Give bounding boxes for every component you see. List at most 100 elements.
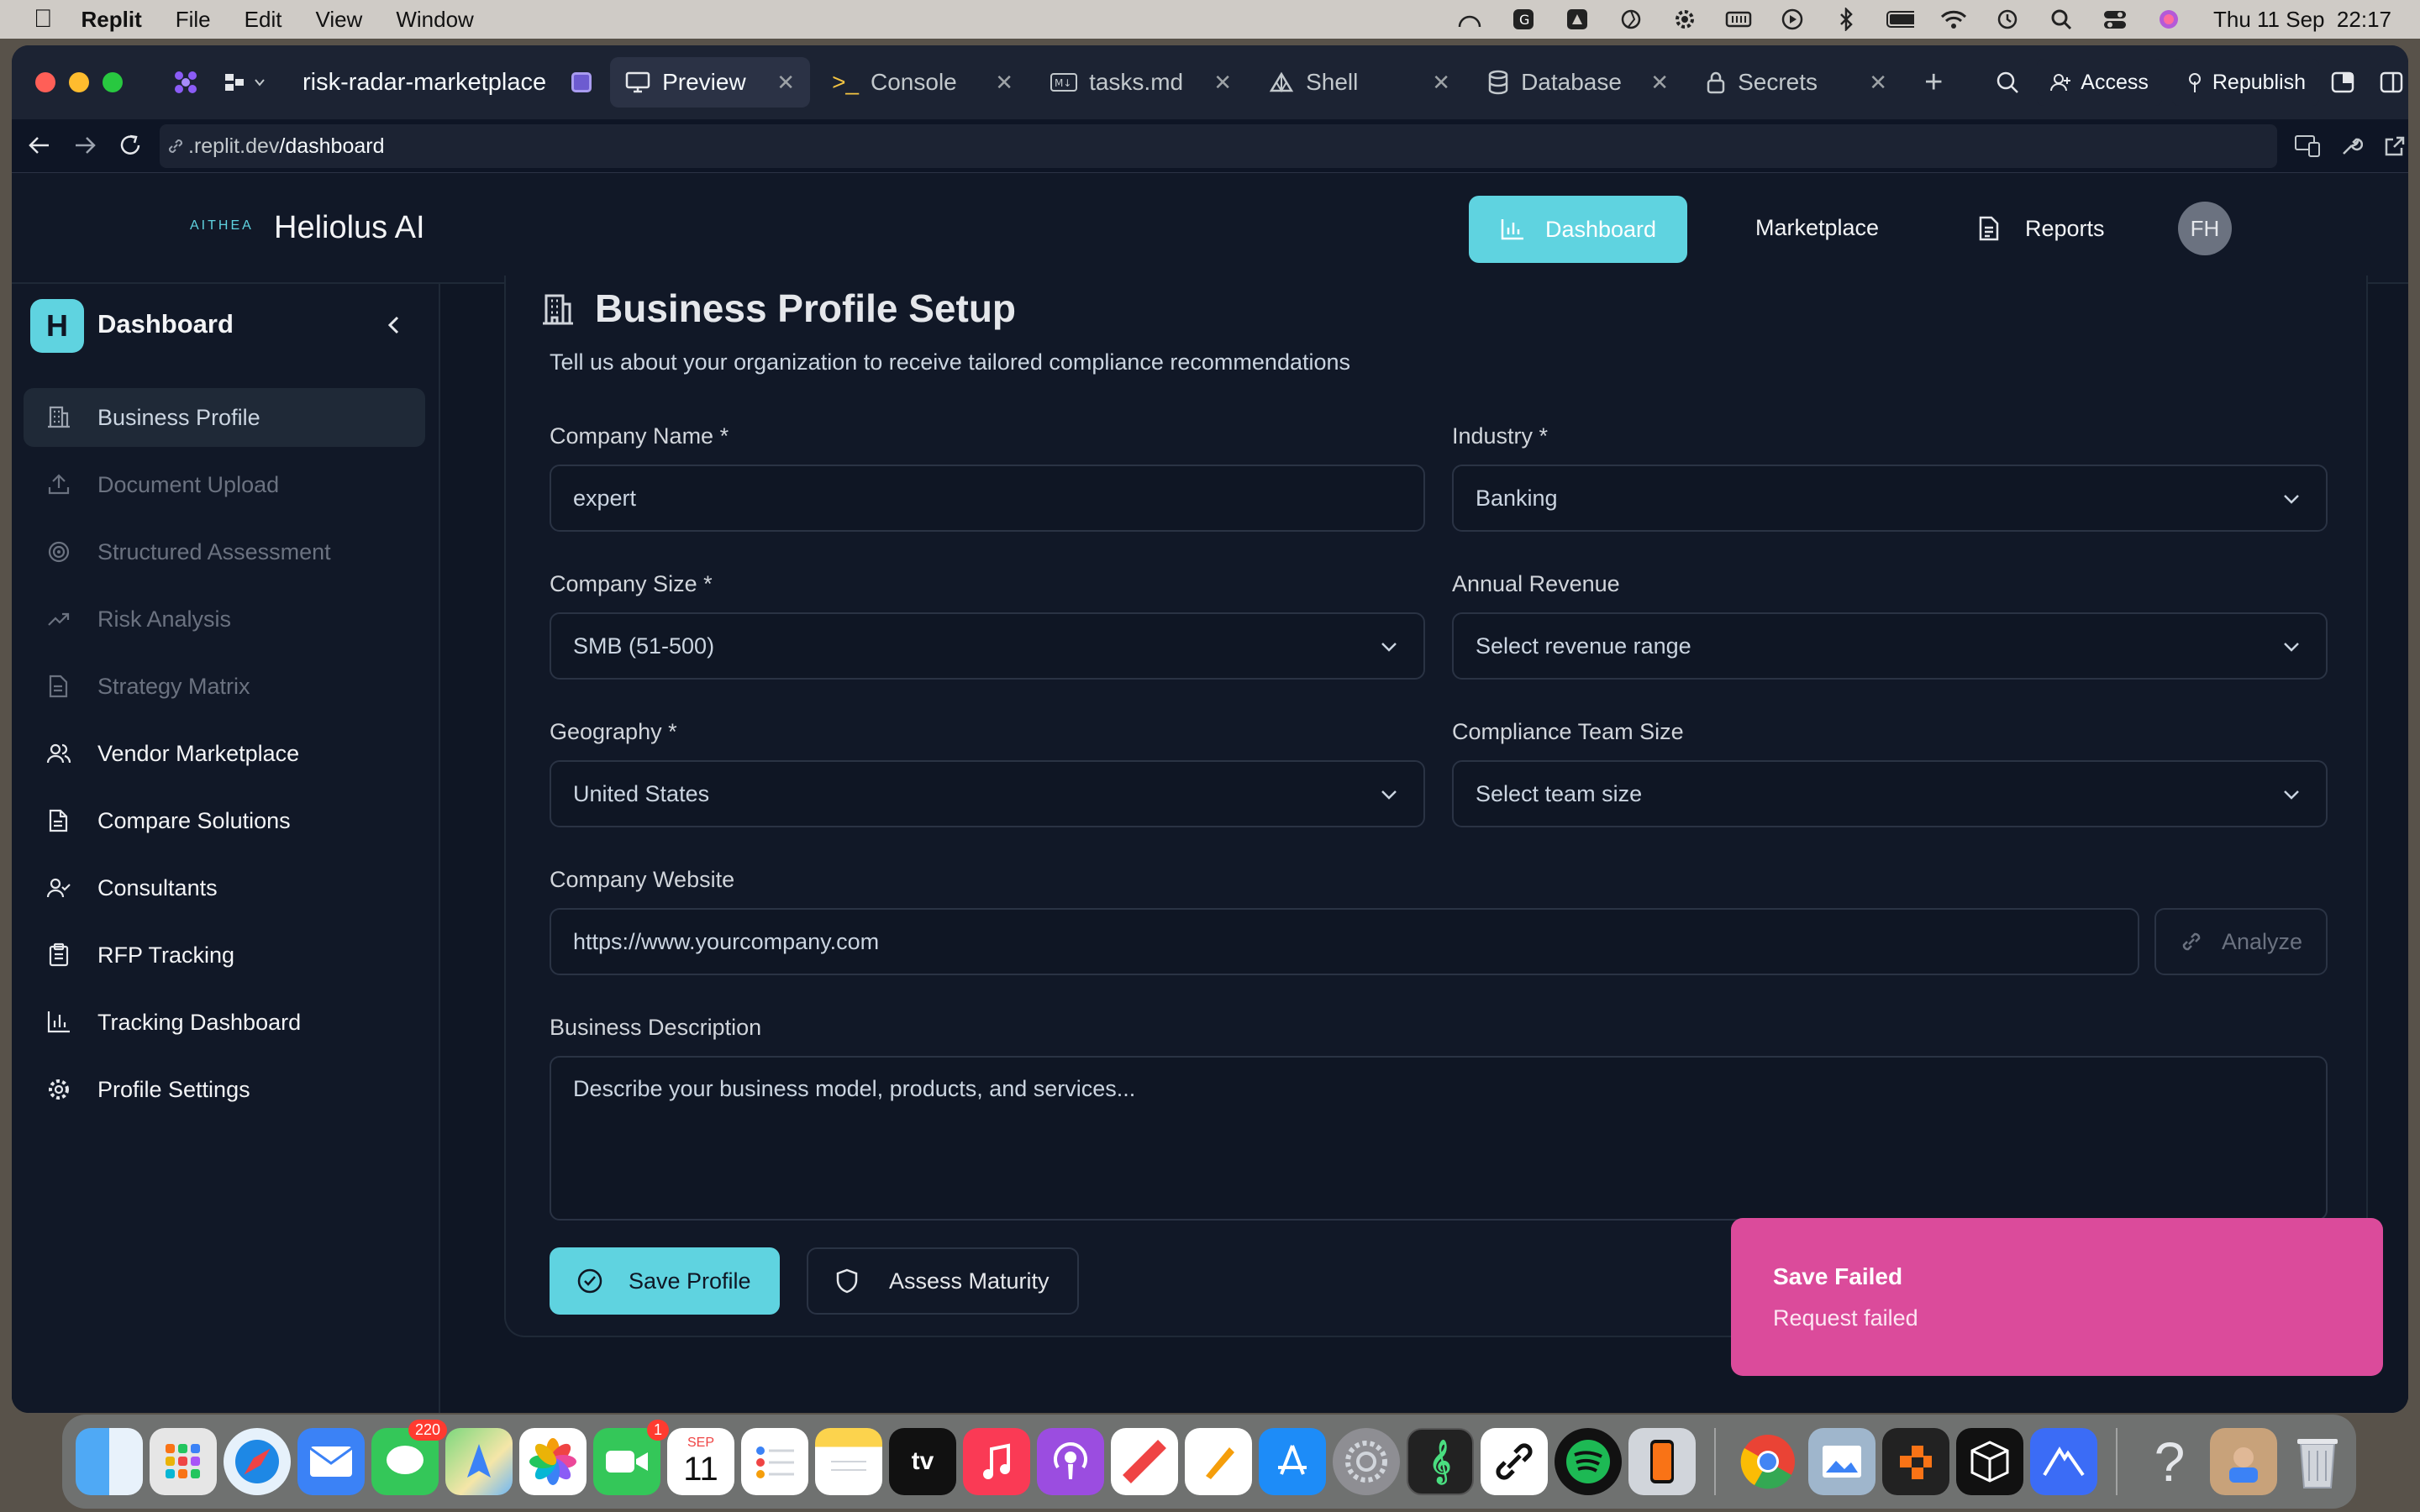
tab-console[interactable]: >_ Console ✕ xyxy=(817,57,1028,108)
photos-icon[interactable] xyxy=(519,1428,587,1495)
avatar[interactable]: FH xyxy=(2178,202,2232,255)
close-window-button[interactable] xyxy=(35,72,55,92)
menu-window[interactable]: Window xyxy=(396,7,473,33)
collapse-sidebar-icon[interactable] xyxy=(381,312,407,342)
finder-icon[interactable] xyxy=(76,1428,143,1495)
chrome-icon[interactable] xyxy=(1734,1428,1802,1495)
tab-secrets[interactable]: Secrets ✕ xyxy=(1691,57,1902,108)
wifi-icon[interactable] xyxy=(1939,8,1968,31)
messages-icon[interactable]: 220 xyxy=(371,1420,447,1495)
bluetooth-icon[interactable] xyxy=(1832,8,1860,31)
close-icon[interactable]: ✕ xyxy=(1213,70,1232,96)
access-button[interactable]: Access xyxy=(2037,59,2162,106)
reminders-icon[interactable] xyxy=(741,1428,808,1495)
cube-app-icon[interactable] xyxy=(1956,1428,2023,1495)
spotify-icon[interactable] xyxy=(1555,1428,1622,1495)
music-score-icon[interactable]: 𝄞 xyxy=(1407,1428,1474,1495)
company-name-field[interactable]: expert xyxy=(550,465,1425,532)
maps-icon[interactable] xyxy=(445,1428,513,1495)
music-icon[interactable] xyxy=(963,1428,1030,1495)
menu-file[interactable]: File xyxy=(176,7,211,33)
facetime-icon[interactable]: 1 xyxy=(593,1420,669,1495)
iphone-mirroring-icon[interactable] xyxy=(1628,1428,1696,1495)
menu-app-name[interactable]: Replit xyxy=(82,7,142,33)
analyze-button[interactable]: Analyze xyxy=(2154,908,2328,975)
minimize-window-button[interactable] xyxy=(69,72,89,92)
close-icon[interactable]: ✕ xyxy=(995,70,1013,96)
new-tab-icon[interactable]: + xyxy=(1924,65,1943,101)
spotlight-search-icon[interactable] xyxy=(2047,8,2075,31)
close-icon[interactable]: ✕ xyxy=(1432,70,1450,96)
app-store-icon[interactable] xyxy=(1259,1428,1326,1495)
apple-tv-icon[interactable]: tv xyxy=(889,1428,956,1495)
assess-maturity-button[interactable]: Assess Maturity xyxy=(807,1247,1079,1315)
system-settings-icon[interactable] xyxy=(1333,1428,1400,1495)
tab-database[interactable]: Database ✕ xyxy=(1472,57,1684,108)
save-profile-button[interactable]: Save Profile xyxy=(550,1247,780,1315)
play-icon[interactable] xyxy=(1778,8,1807,31)
close-icon[interactable]: ✕ xyxy=(1869,70,1887,96)
tab-preview[interactable]: Preview ✕ xyxy=(610,57,811,108)
sidebar-item-tracking-dashboard[interactable]: Tracking Dashboard xyxy=(24,993,425,1052)
launchpad-icon[interactable] xyxy=(150,1428,217,1495)
safari-icon[interactable] xyxy=(224,1428,291,1495)
close-icon[interactable]: ✕ xyxy=(1650,70,1669,96)
geography-select[interactable]: United States xyxy=(550,760,1425,827)
tableplus-icon[interactable] xyxy=(1882,1428,1949,1495)
sidebar-item-business-profile[interactable]: Business Profile xyxy=(24,388,425,447)
sidebar-item-vendor-marketplace[interactable]: Vendor Marketplace xyxy=(24,724,425,783)
battery-icon[interactable] xyxy=(1886,8,1914,31)
preview-icon[interactable] xyxy=(1808,1428,1876,1495)
sidebar-item-consultants[interactable]: Consultants xyxy=(24,858,425,917)
link-app-icon[interactable] xyxy=(1481,1428,1548,1495)
replit-logo-icon[interactable] xyxy=(173,70,198,95)
url-field[interactable]: .replit.dev /dashboard xyxy=(160,124,2277,168)
podcasts-icon[interactable] xyxy=(1037,1428,1104,1495)
siri-icon[interactable] xyxy=(2154,8,2183,31)
open-external-icon[interactable] xyxy=(2383,134,2407,162)
error-toast[interactable]: Save Failed Request failed xyxy=(1731,1218,2383,1376)
tab-shell[interactable]: Shell ✕ xyxy=(1254,57,1465,108)
sidebar-item-compare-solutions[interactable]: Compare Solutions xyxy=(24,791,425,850)
aperture-icon[interactable] xyxy=(1617,8,1645,31)
company-size-select[interactable]: SMB (51-500) xyxy=(550,612,1425,680)
news-icon[interactable] xyxy=(1111,1428,1178,1495)
time-machine-icon[interactable] xyxy=(1993,8,2022,31)
control-center-icon[interactable] xyxy=(2101,8,2129,31)
sidebar-item-strategy-matrix[interactable]: Strategy Matrix xyxy=(24,657,425,716)
back-icon[interactable] xyxy=(27,133,52,162)
pages-icon[interactable] xyxy=(1185,1428,1252,1495)
wrench-icon[interactable] xyxy=(2339,134,2364,162)
republish-button[interactable]: Republish xyxy=(2171,59,2320,106)
memory-icon[interactable] xyxy=(1724,8,1753,31)
close-icon[interactable]: ✕ xyxy=(776,70,795,96)
menu-edit[interactable]: Edit xyxy=(245,7,282,33)
help-icon[interactable]: ? xyxy=(2136,1428,2203,1495)
notes-icon[interactable] xyxy=(815,1428,882,1495)
settings-icon[interactable] xyxy=(1670,8,1699,31)
apple-icon[interactable]:  xyxy=(34,5,53,34)
annual-revenue-select[interactable]: Select revenue range xyxy=(1452,612,2328,680)
drive-icon[interactable] xyxy=(1563,8,1591,31)
sidebar-item-profile-settings[interactable]: Profile Settings xyxy=(24,1060,425,1119)
sidebar-item-structured-assessment[interactable]: Structured Assessment xyxy=(24,522,425,581)
trash-icon[interactable] xyxy=(2284,1428,2351,1495)
reload-icon[interactable] xyxy=(118,133,143,162)
brand-name[interactable]: Heliolus AI xyxy=(274,210,425,246)
maximize-window-button[interactable] xyxy=(103,72,123,92)
sidebar-toggle-icon[interactable] xyxy=(2380,71,2403,93)
sidebar-item-rfp-tracking[interactable]: RFP Tracking xyxy=(24,926,425,984)
nav-marketplace[interactable]: Marketplace xyxy=(1755,215,1879,241)
calendar-icon[interactable]: SEP 11 xyxy=(667,1428,734,1495)
forward-icon[interactable] xyxy=(72,133,97,162)
devices-icon[interactable] xyxy=(2294,134,2321,162)
workspace-switcher-icon[interactable] xyxy=(224,72,266,92)
nav-dashboard[interactable]: Dashboard xyxy=(1469,196,1687,263)
tab-tasks[interactable]: M↓ tasks.md ✕ xyxy=(1035,57,1247,108)
search-icon[interactable] xyxy=(1995,70,2020,95)
sidebar-item-document-upload[interactable]: Document Upload xyxy=(24,455,425,514)
sidebar-item-risk-analysis[interactable]: Risk Analysis xyxy=(24,590,425,648)
project-name[interactable]: risk-radar-marketplace xyxy=(302,69,546,97)
menubar-clock[interactable]: Thu 11 Sep 22:17 xyxy=(2213,7,2391,33)
mail-icon[interactable] xyxy=(297,1428,365,1495)
